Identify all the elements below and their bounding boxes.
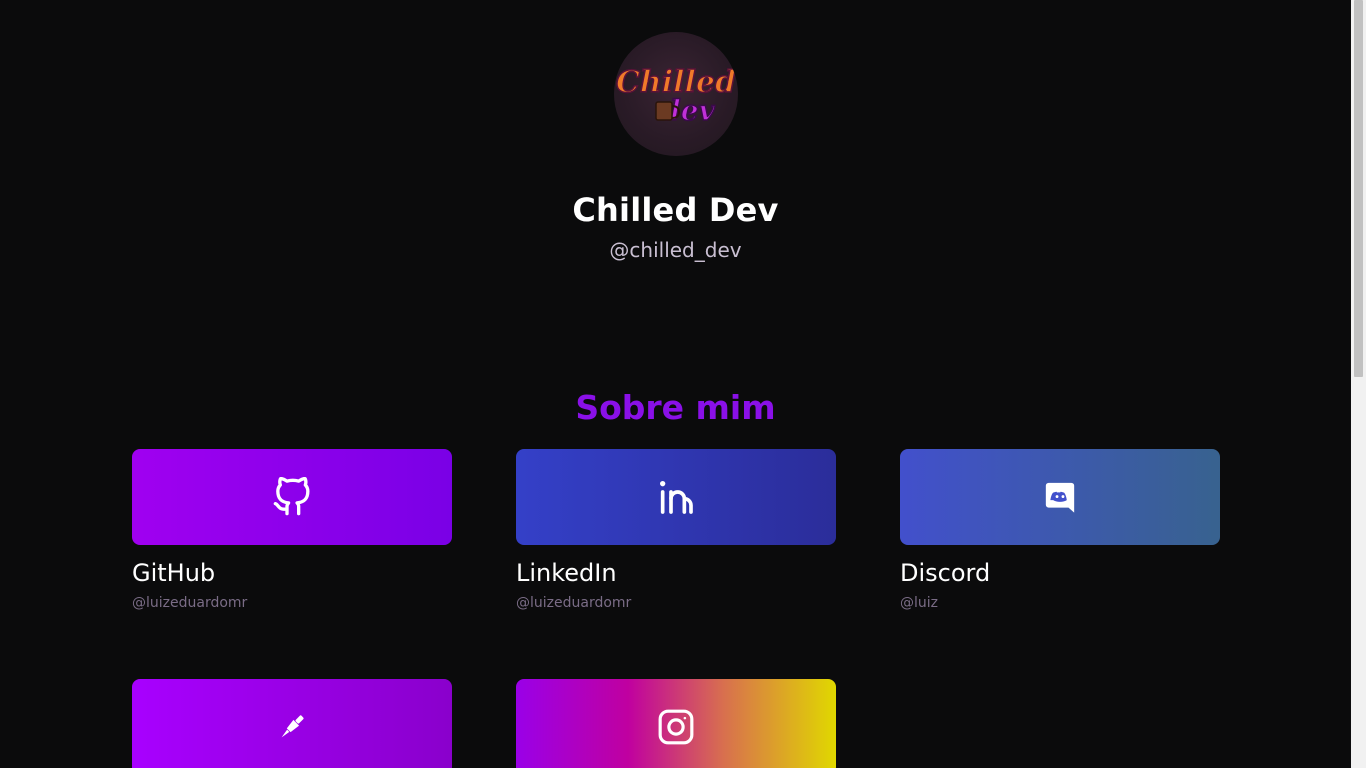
page: Chilled dev Chilled Dev @chilled_dev Sob… [0, 0, 1351, 768]
scrollbar[interactable] [1351, 0, 1366, 768]
card-handle: @luizeduardomr [516, 595, 632, 611]
section-title: Sobre mim [575, 388, 776, 427]
card-title: LinkedIn [516, 559, 617, 587]
chilled-dev-logo: Chilled dev [615, 64, 736, 128]
card-handle: @luizeduardomr [132, 595, 248, 611]
pen-tool-link-tile[interactable] [132, 679, 452, 768]
card-pen-tool [132, 679, 452, 768]
github-icon [273, 477, 310, 516]
card-title: GitHub [132, 559, 216, 587]
avatar: Chilled dev [614, 32, 738, 156]
card-instagram [516, 679, 836, 768]
card-linkedin: LinkedIn @luizeduardomr [516, 449, 836, 611]
instagram-link-tile[interactable] [516, 679, 836, 768]
discord-icon [1045, 482, 1075, 513]
card-github: GitHub @luizeduardomr [132, 449, 452, 611]
card-discord: Discord @luiz [900, 449, 1220, 611]
profile-name: Chilled Dev [572, 191, 779, 229]
linkedin-link-tile[interactable] [516, 449, 836, 545]
card-handle: @luiz [900, 595, 939, 611]
scrollbar-thumb[interactable] [1354, 0, 1363, 377]
discord-link-tile[interactable] [900, 449, 1220, 545]
card-title: Discord [900, 559, 991, 587]
pen-tool-icon [281, 715, 304, 738]
instagram-icon [658, 709, 694, 745]
github-link-tile[interactable] [132, 449, 452, 545]
profile-handle: @chilled_dev [609, 238, 742, 262]
linkedin-icon [660, 481, 693, 514]
